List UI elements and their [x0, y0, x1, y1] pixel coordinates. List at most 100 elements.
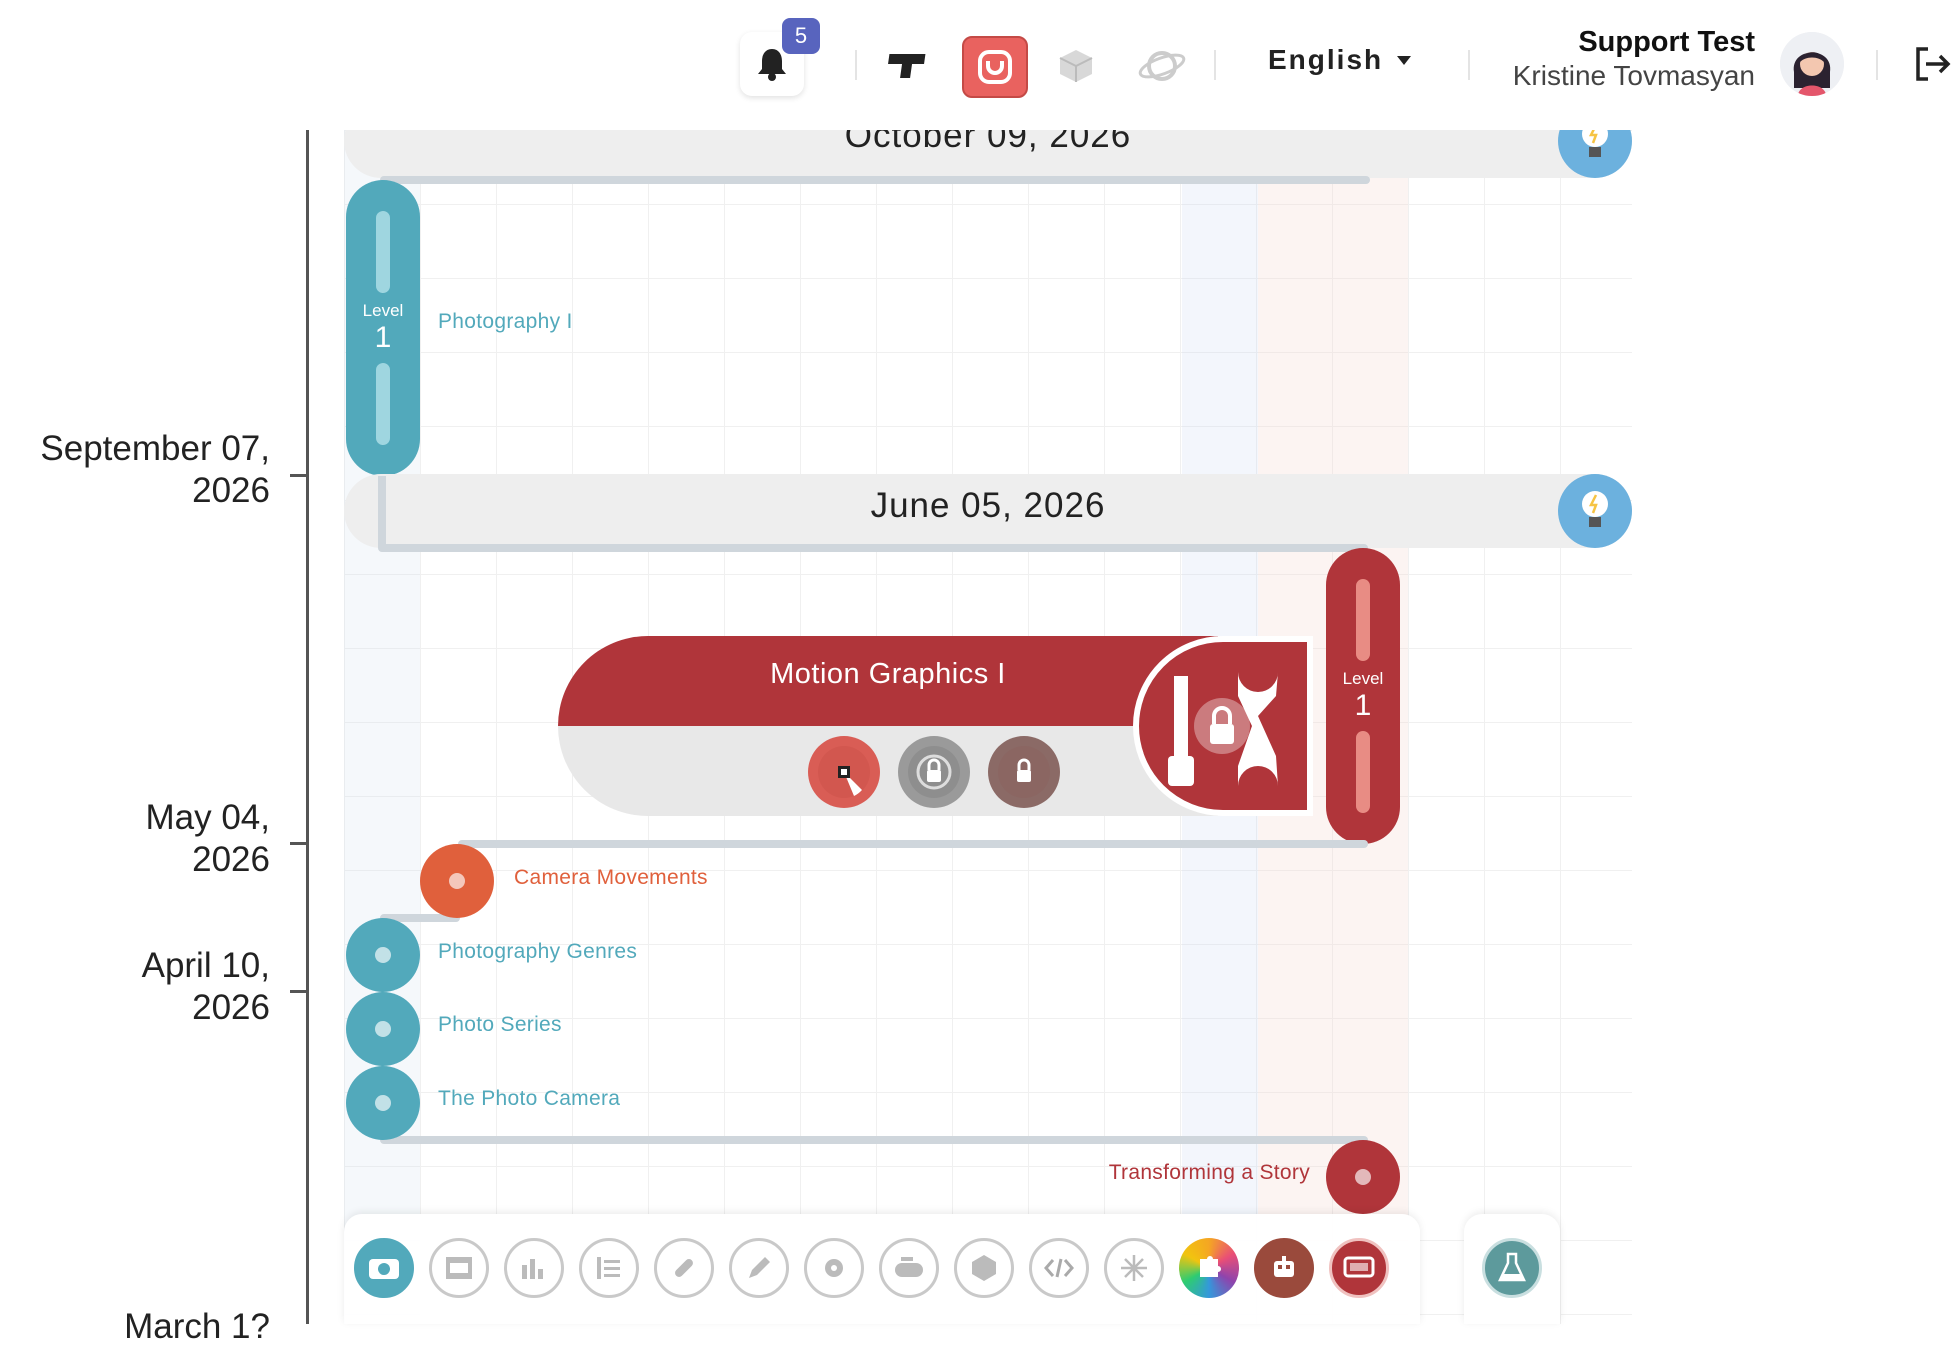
lab-button[interactable] — [1482, 1238, 1542, 1298]
level-track — [1356, 579, 1370, 661]
level-indicator[interactable]: Level 1 — [1326, 548, 1400, 844]
level-number: 1 — [1354, 689, 1372, 722]
code-icon — [1044, 1258, 1074, 1278]
unity-icon — [978, 50, 1012, 84]
level-track — [376, 363, 390, 445]
category-3d-button[interactable] — [954, 1238, 1014, 1298]
course-node-photo-series[interactable] — [346, 992, 420, 1066]
course-label-photography-genres[interactable]: Photography Genres — [438, 940, 637, 964]
film-icon — [446, 1257, 472, 1279]
gamepad-icon — [895, 1257, 923, 1277]
robot-icon — [1274, 1256, 1294, 1277]
timeline-axis — [306, 130, 309, 1324]
node-dot — [449, 873, 465, 889]
category-spark-button[interactable] — [1104, 1238, 1164, 1298]
course-label-the-photo-camera[interactable]: The Photo Camera — [438, 1087, 620, 1111]
category-game-button[interactable] — [879, 1238, 939, 1298]
gear-icon — [825, 1259, 843, 1277]
separator — [1214, 50, 1216, 80]
category-photo-button[interactable] — [354, 1238, 414, 1298]
axis-date-label: September 07, 2026 — [0, 428, 270, 512]
course-node-transforming-story[interactable] — [1326, 1140, 1400, 1214]
category-robot-button[interactable] — [1254, 1238, 1314, 1298]
tree-logo-icon[interactable] — [878, 36, 938, 96]
path-connector — [380, 1136, 1368, 1144]
course-node-the-photo-camera[interactable] — [346, 1066, 420, 1140]
screen-icon — [1343, 1256, 1375, 1278]
photo-icon — [369, 1259, 399, 1279]
chart-icon — [522, 1259, 543, 1279]
course-label-photography-1[interactable]: Photography I — [438, 310, 573, 334]
milestone-date: June 05, 2026 — [870, 486, 1106, 525]
path-connector — [458, 840, 1368, 848]
node-dot — [375, 1095, 391, 1111]
course-label-photo-series[interactable]: Photo Series — [438, 1013, 562, 1037]
category-code-button[interactable] — [1029, 1238, 1089, 1298]
course-label-transforming-story[interactable]: Transforming a Story — [1000, 1161, 1310, 1185]
logout-button[interactable] — [1912, 44, 1952, 84]
pen-icon — [749, 1257, 770, 1278]
language-selector[interactable]: English — [1268, 44, 1412, 76]
course-card-motion-graphics[interactable]: Motion Graphics I — [558, 636, 1314, 816]
tools-lock-icon — [1133, 636, 1313, 816]
path-connector — [378, 544, 1368, 552]
category-list-button[interactable] — [579, 1238, 639, 1298]
category-gear-button[interactable] — [804, 1238, 864, 1298]
axis-date-label: March 1? — [0, 1306, 270, 1348]
bell-icon — [758, 49, 786, 81]
lightbulb-icon — [1582, 491, 1608, 527]
axis-tick — [290, 842, 308, 845]
sparkle-icon — [1121, 1255, 1147, 1281]
course-card-body — [558, 726, 1218, 816]
notification-count-badge: 5 — [782, 18, 820, 54]
user-full-name: Kristine Tovmasyan — [1512, 60, 1755, 91]
axis-date-line: March 1? — [124, 1307, 270, 1346]
level-number: 1 — [374, 321, 392, 354]
link-icon — [675, 1259, 693, 1277]
avatar[interactable] — [1780, 32, 1844, 96]
category-pen-button[interactable] — [729, 1238, 789, 1298]
logout-icon — [1916, 47, 1951, 81]
course-node-camera-movements[interactable] — [420, 844, 494, 918]
separator — [1468, 50, 1470, 80]
planet-icon[interactable] — [1132, 36, 1192, 96]
category-chart-button[interactable] — [504, 1238, 564, 1298]
node-dot — [1355, 1169, 1371, 1185]
category-toolbar — [344, 1214, 1420, 1324]
chevron-down-icon — [1397, 55, 1412, 65]
lesson-locked-icon[interactable] — [988, 736, 1060, 808]
axis-date-label: May 04, 2026 — [0, 797, 271, 881]
course-node-photography-genres[interactable] — [346, 918, 420, 992]
category-film-button[interactable] — [429, 1238, 489, 1298]
axis-date-line: September 07, — [40, 429, 270, 468]
axis-date-line: 2026 — [192, 840, 270, 879]
axis-date-line: April 10, — [141, 946, 270, 985]
axis-date-line: 2026 — [192, 988, 270, 1027]
milestone-bar: June 05, 2026 — [344, 474, 1632, 548]
app-switch-button[interactable] — [962, 36, 1028, 98]
level-track — [376, 211, 390, 293]
separator — [855, 50, 857, 80]
path-connector — [380, 176, 1370, 184]
node-dot — [375, 1021, 391, 1037]
top-bar: 5 English Support Test Kristine Tovmasya… — [0, 0, 1960, 130]
category-link-button[interactable] — [654, 1238, 714, 1298]
milestone-insight-button[interactable] — [1558, 474, 1632, 548]
category-motion-button[interactable] — [1329, 1238, 1389, 1298]
hexagon-icon — [972, 1255, 996, 1281]
flask-icon — [1498, 1252, 1526, 1282]
separator — [1876, 50, 1878, 80]
cube-icon[interactable] — [1046, 36, 1106, 96]
lesson-locked-icon[interactable] — [898, 736, 970, 808]
puzzle-icon — [1200, 1256, 1221, 1277]
course-label-camera-movements[interactable]: Camera Movements — [514, 866, 708, 890]
level-indicator[interactable]: Level 1 — [346, 180, 420, 476]
axis-date-line: 2026 — [192, 471, 270, 510]
axis-date-label: April 10, 2026 — [0, 945, 270, 1029]
lesson-progress-icon[interactable] — [808, 736, 880, 808]
axis-tick — [290, 474, 308, 477]
category-puzzle-button[interactable] — [1179, 1238, 1239, 1298]
axis-date-line: May 04, — [145, 798, 271, 837]
path-connector — [378, 476, 386, 548]
level-track — [1356, 731, 1370, 813]
